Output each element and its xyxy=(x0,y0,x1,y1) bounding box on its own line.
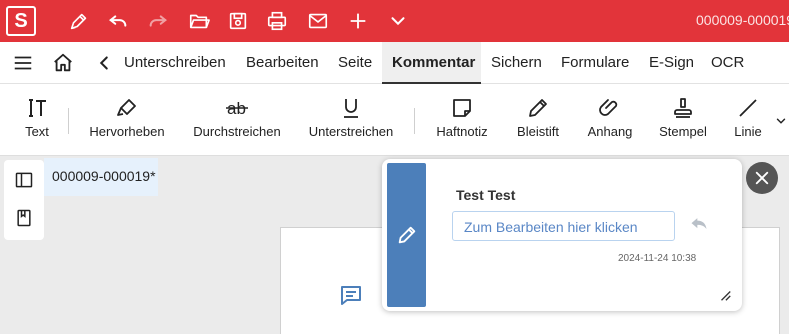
reply-icon[interactable] xyxy=(688,214,710,234)
text-cursor-icon xyxy=(23,94,51,122)
toolbar-divider xyxy=(68,108,69,134)
panel-toggle-icon[interactable] xyxy=(14,170,34,190)
strikethrough-tool-label: Durchstreichen xyxy=(193,124,281,139)
sticky-note-tool-button[interactable]: Haftnotiz xyxy=(432,84,492,156)
plus-icon[interactable] xyxy=(345,8,371,34)
underline-icon xyxy=(337,94,365,122)
save-icon[interactable] xyxy=(225,8,251,34)
home-icon[interactable] xyxy=(52,52,74,74)
stamp-tool-label: Stempel xyxy=(659,124,707,139)
annotation-toolbar: Text Hervorheben ab Durchstreichen Unter… xyxy=(0,84,789,156)
chevron-left-icon[interactable] xyxy=(93,52,115,74)
strikethrough-icon: ab xyxy=(223,94,251,122)
pencil-icon xyxy=(524,94,552,122)
attachment-tool-label: Anhang xyxy=(587,124,633,139)
text-tool-button[interactable]: Text xyxy=(18,84,56,156)
highlighter-icon xyxy=(113,94,141,122)
menu-bearbeiten[interactable]: Bearbeiten xyxy=(246,54,319,71)
close-popup-button[interactable] xyxy=(746,162,778,194)
resize-handle-icon[interactable] xyxy=(718,288,732,302)
attachment-tool-button[interactable]: Anhang xyxy=(584,84,636,156)
undo-icon[interactable] xyxy=(105,8,131,34)
open-folder-icon[interactable] xyxy=(186,8,212,34)
comment-color-strip[interactable] xyxy=(387,163,426,307)
side-panel xyxy=(4,160,44,240)
highlight-tool-button[interactable]: Hervorheben xyxy=(88,84,166,156)
print-icon[interactable] xyxy=(264,8,290,34)
line-tool-button[interactable]: Linie xyxy=(730,84,766,156)
line-icon xyxy=(734,94,762,122)
pen-icon[interactable] xyxy=(66,8,92,34)
menu-ocr[interactable]: OCR xyxy=(711,54,744,71)
edit-pencil-icon xyxy=(398,226,415,244)
comment-author: Test Test xyxy=(456,187,516,203)
document-tab[interactable]: 000009-000019* xyxy=(44,158,158,196)
menu-e-sign[interactable]: E-Sign xyxy=(649,54,694,71)
line-tool-label: Linie xyxy=(734,124,762,139)
sticky-note-icon xyxy=(448,94,476,122)
comment-popup: Test Test Zum Bearbeiten hier klicken 20… xyxy=(382,159,742,311)
mail-icon[interactable] xyxy=(305,8,331,34)
menu-formulare[interactable]: Formulare xyxy=(561,54,629,71)
comment-date: 2024-11-24 10:38 xyxy=(618,253,697,264)
title-bar: S 000009-000019 xyxy=(0,0,789,42)
menu-sichern[interactable]: Sichern xyxy=(491,54,542,71)
hamburger-menu-icon[interactable] xyxy=(12,52,34,74)
toolbar-divider xyxy=(414,108,415,134)
toolbar-more-chevron-icon[interactable] xyxy=(774,114,788,128)
underline-tool-button[interactable]: Unterstreichen xyxy=(306,84,396,156)
pencil-tool-button[interactable]: Bleistift xyxy=(512,84,564,156)
highlight-tool-label: Hervorheben xyxy=(89,124,165,139)
menu-kommentar[interactable]: Kommentar xyxy=(392,54,475,71)
menu-bar: Unterschreiben Bearbeiten Seite Kommenta… xyxy=(0,42,789,85)
close-icon xyxy=(755,171,769,185)
bookmark-book-icon[interactable] xyxy=(14,208,34,228)
underline-tool-label: Unterstreichen xyxy=(308,124,394,139)
pencil-tool-label: Bleistift xyxy=(517,124,559,139)
strikethrough-tool-button[interactable]: ab Durchstreichen xyxy=(190,84,284,156)
stamp-tool-button[interactable]: Stempel xyxy=(656,84,710,156)
sticky-note-tool-label: Haftnotiz xyxy=(436,124,488,139)
chevron-down-icon[interactable] xyxy=(385,8,411,34)
menu-seite[interactable]: Seite xyxy=(338,54,372,71)
comment-annotation-icon[interactable] xyxy=(339,283,363,307)
menu-unterschreiben[interactable]: Unterschreiben xyxy=(124,54,226,71)
stamp-icon xyxy=(669,94,697,122)
redo-icon[interactable] xyxy=(145,8,171,34)
text-tool-label: Text xyxy=(25,124,49,139)
document-title: 000009-000019 xyxy=(696,12,789,28)
paperclip-icon xyxy=(596,94,624,122)
comment-input[interactable]: Zum Bearbeiten hier klicken xyxy=(452,211,675,241)
app-logo: S xyxy=(6,6,36,36)
